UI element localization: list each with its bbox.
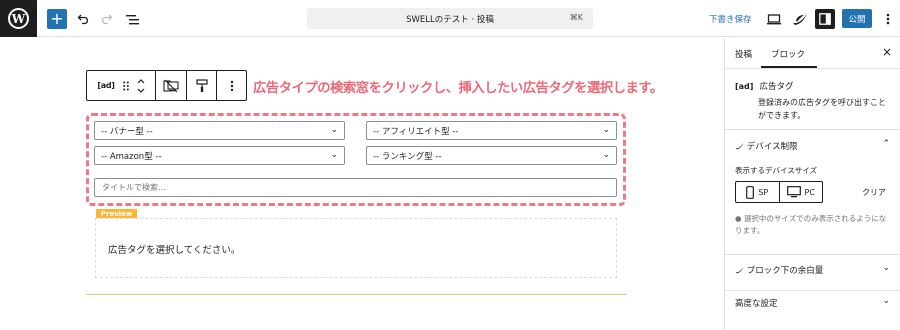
editor-canvas: [ad] 広告タイプの検索窓をクリックし、挿入したい広告タグを選択します。 --… <box>0 38 724 330</box>
wordpress-logo-button[interactable]: W <box>0 0 37 37</box>
separator-line <box>86 294 627 295</box>
block-toolbar: [ad] <box>86 70 247 101</box>
block-description: 登録済みの広告タグを呼び出すことができます。 <box>758 98 886 120</box>
smartphone-icon <box>746 185 755 199</box>
amazon-type-value: -- Amazon型 -- <box>101 151 162 162</box>
device-note-text: 選択中のサイズでのみ表示されるようになります。 <box>735 214 887 235</box>
preview-label: Preview <box>96 209 137 218</box>
chevron-down-icon: ⌄ <box>330 150 338 160</box>
swell-logo-icon <box>735 266 744 274</box>
add-block-button[interactable]: + <box>47 9 67 29</box>
wordpress-logo-icon: W <box>8 8 29 29</box>
command-shortcut: ⌘K <box>569 13 583 22</box>
block-card-title: [ad] 広告タグ <box>735 80 793 92</box>
redo-button[interactable] <box>97 9 117 29</box>
swell-logo-icon <box>735 142 744 150</box>
tab-post[interactable]: 投稿 <box>735 48 752 60</box>
undo-icon <box>77 14 89 25</box>
more-vertical-icon <box>230 80 233 91</box>
move-up-down-icon[interactable] <box>137 78 145 94</box>
block-options-button[interactable] <box>217 71 246 100</box>
margin-panel-title: ブロック下の余白量 <box>746 266 824 276</box>
editor-top-toolbar: W + SWELLのテスト · 投稿 ⌘K 下書き保存 公開 <box>0 0 900 37</box>
device-toggle-group: SP PC <box>735 181 823 203</box>
divider <box>725 254 900 255</box>
affiliate-type-select[interactable]: -- アフィリエイト型 -- ⌄ <box>366 121 617 140</box>
more-vertical-icon <box>886 13 890 25</box>
swell-settings-button[interactable] <box>790 9 810 29</box>
ranking-type-select[interactable]: -- ランキング型 -- ⌄ <box>366 146 617 165</box>
swell-logo-icon <box>793 13 807 25</box>
block-name: 広告タグ <box>759 82 794 92</box>
ad-block-icon: [ad] <box>735 82 754 91</box>
block-switcher-group: [ad] <box>87 71 156 100</box>
sp-label: SP <box>758 187 769 197</box>
preview-area: 広告タグを選択してください。 <box>95 218 617 278</box>
tab-block[interactable]: ブロック <box>771 48 805 60</box>
document-overview-button[interactable] <box>122 9 142 29</box>
publish-button[interactable]: 公開 <box>842 9 872 28</box>
divider <box>725 129 900 130</box>
options-menu-button[interactable] <box>878 9 898 29</box>
chevron-down-icon[interactable]: ⌄ <box>882 296 890 306</box>
style-brush-button[interactable] <box>187 71 217 100</box>
settings-sidebar-toggle[interactable] <box>815 9 835 29</box>
active-tab-indicator <box>761 66 817 68</box>
preview-message: 広告タグを選択してください。 <box>108 245 241 256</box>
banner-type-select[interactable]: -- バナー型 -- ⌄ <box>94 121 345 140</box>
list-view-icon <box>125 14 139 24</box>
pc-device-button[interactable]: PC <box>778 182 823 202</box>
paint-roller-icon <box>195 78 208 92</box>
ad-block-icon[interactable]: [ad] <box>97 81 115 90</box>
device-visibility-icon <box>163 79 179 92</box>
desktop-icon <box>786 186 801 198</box>
settings-sidebar: 投稿 ブロック × [ad] 広告タグ 登録済みの広告タグを呼び出すことができます… <box>724 38 900 330</box>
affiliate-type-value: -- アフィリエイト型 -- <box>373 126 459 137</box>
sidebar-icon <box>819 13 831 25</box>
chevron-down-icon: ⌄ <box>602 125 610 135</box>
chevron-down-icon: ⌄ <box>330 125 338 135</box>
preview-device-button[interactable] <box>764 9 784 29</box>
desktop-icon <box>767 13 781 24</box>
pc-label: PC <box>804 187 815 197</box>
redo-icon <box>101 14 113 25</box>
device-panel-header[interactable]: デバイス制限 <box>735 140 797 152</box>
save-draft-button[interactable]: 下書き保存 <box>709 13 752 25</box>
margin-panel-header[interactable]: ブロック下の余白量 <box>735 264 823 276</box>
drag-handle-icon[interactable] <box>122 81 129 91</box>
document-title: SWELLのテスト · 投稿 <box>406 15 494 25</box>
sp-device-button[interactable]: SP <box>736 182 779 202</box>
amazon-type-select[interactable]: -- Amazon型 -- ⌄ <box>94 146 345 165</box>
divider <box>725 290 900 291</box>
document-title-bar[interactable]: SWELLのテスト · 投稿 ⌘K <box>307 8 593 29</box>
device-note: ● 選択中のサイズでのみ表示されるようになります。 <box>735 214 887 235</box>
undo-button[interactable] <box>73 9 93 29</box>
ranking-type-value: -- ランキング型 -- <box>373 151 442 162</box>
title-search-input[interactable]: タイトルで検索... <box>94 178 617 197</box>
banner-type-value: -- バナー型 -- <box>101 126 153 137</box>
close-icon[interactable]: × <box>882 45 892 59</box>
sidebar-tabs: 投稿 ブロック × <box>725 38 900 69</box>
device-panel-title: デバイス制限 <box>746 142 798 152</box>
clear-button[interactable]: クリア <box>862 187 886 198</box>
chevron-up-icon[interactable]: ⌃ <box>882 139 890 149</box>
chevron-down-icon: ⌄ <box>602 150 610 160</box>
device-size-label: 表示するデバイスサイズ <box>735 166 818 175</box>
device-control-button[interactable] <box>156 71 187 100</box>
advanced-panel-header[interactable]: 高度な設定 <box>735 297 778 309</box>
instruction-annotation: 広告タイプの検索窓をクリックし、挿入したい広告タグを選択します。 <box>253 81 663 96</box>
chevron-down-icon[interactable]: ⌄ <box>882 263 890 273</box>
